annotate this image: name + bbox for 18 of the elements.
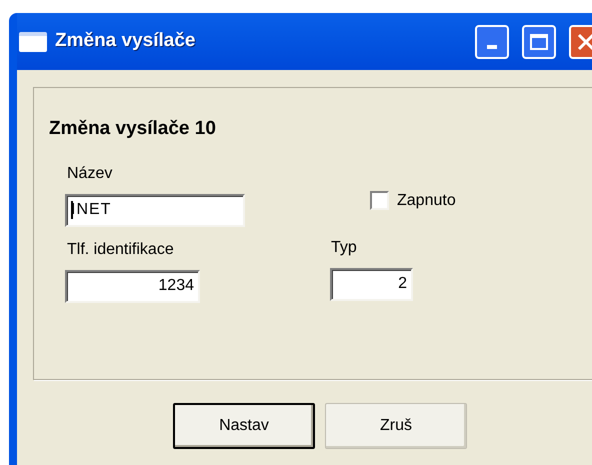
minimize-button[interactable] <box>475 24 509 58</box>
dialog-heading: Změna vysílače 10 <box>49 117 217 141</box>
close-icon <box>577 32 592 50</box>
maximize-button[interactable] <box>522 24 556 58</box>
field-label: Typ <box>331 238 358 258</box>
minimize-icon <box>487 44 497 48</box>
text-field[interactable]: INET <box>65 194 245 226</box>
dialog-button[interactable]: Nastav <box>173 403 315 449</box>
checkbox[interactable] <box>370 191 389 210</box>
field-label: Tlf. identifikace <box>67 240 175 260</box>
window-title: Změna vysílače <box>55 29 196 54</box>
window-icon <box>19 32 47 52</box>
maximize-icon <box>530 34 548 50</box>
checkbox-label: Zapnuto <box>397 190 456 210</box>
text-field[interactable]: 1234 <box>65 270 200 302</box>
field-label: Název <box>67 164 114 184</box>
dialog-button[interactable]: Zruš <box>325 403 467 449</box>
text-field[interactable]: 2 <box>330 268 413 300</box>
